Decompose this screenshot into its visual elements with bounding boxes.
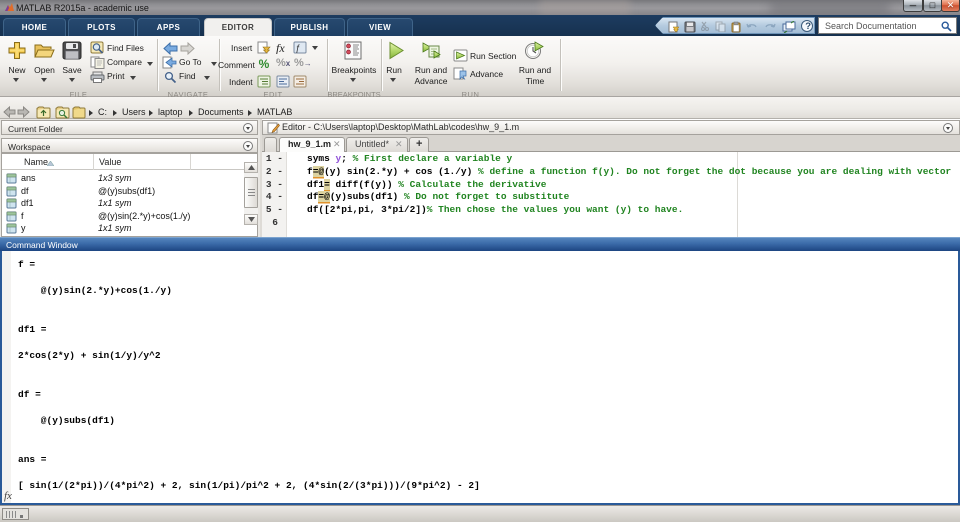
svg-text:ƒ: ƒ [296, 43, 301, 53]
svg-text:fx: fx [276, 41, 285, 54]
